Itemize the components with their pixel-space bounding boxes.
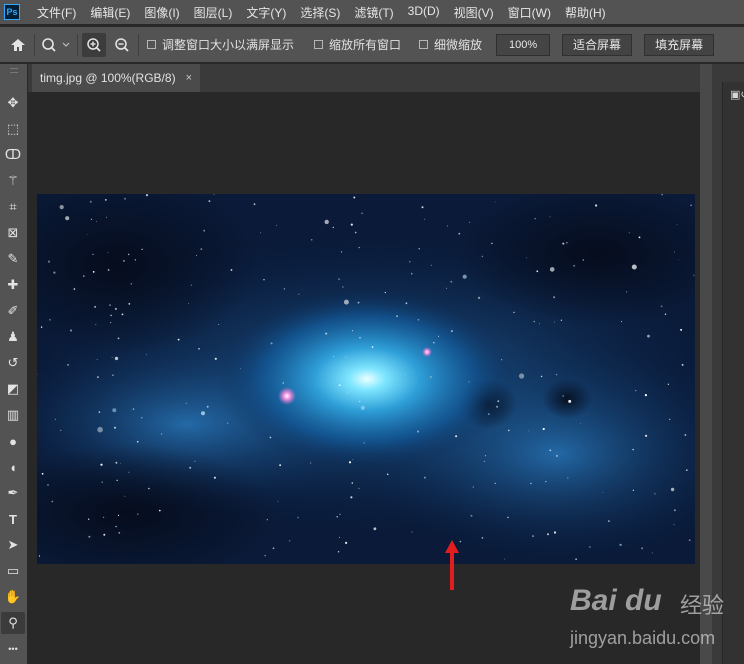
photoshop-logo: Ps	[4, 4, 20, 20]
menu-list: 文件(F) 编辑(E) 图像(I) 图层(L) 文字(Y) 选择(S) 滤镜(T) 3D(D)…	[30, 4, 613, 21]
red-arrow-icon	[444, 540, 460, 595]
eyedropper-tool[interactable]: ✎	[1, 248, 25, 270]
zoom-all-windows-checkbox[interactable]: 缩放所有窗口	[314, 36, 401, 53]
menu-item[interactable]: 视图(V)	[447, 4, 501, 21]
dodge-tool[interactable]: ◖	[1, 456, 25, 478]
zoom-in-icon[interactable]	[82, 32, 106, 57]
resize-windows-checkbox[interactable]: 调整窗口大小以满屏显示	[147, 36, 294, 53]
menu-item[interactable]: 编辑(E)	[83, 4, 137, 21]
separator	[138, 33, 139, 56]
magic-wand-tool[interactable]: ⚚	[1, 170, 25, 192]
stamp-tool[interactable]: ♟	[1, 326, 25, 348]
path-selection-tool[interactable]: ➤	[1, 534, 25, 556]
eraser-icon: ◩	[6, 381, 20, 396]
watermark-url: jingyan.baidu.com	[570, 628, 716, 648]
brush-icon: ✐	[7, 303, 19, 318]
zoom-all-windows-label: 缩放所有窗口	[329, 38, 402, 52]
eyedropper-icon: ✎	[7, 251, 19, 266]
crop-tool[interactable]: ⌗	[1, 196, 25, 218]
checkbox-box[interactable]	[419, 40, 429, 49]
menu-item[interactable]: 文件(F)	[30, 4, 83, 21]
gradient-icon: ▥	[6, 407, 20, 422]
baidu-logo: Bai du	[570, 584, 662, 617]
home-icon[interactable]	[6, 33, 30, 57]
rectangle-icon: ▭	[6, 563, 20, 578]
crop-icon: ⌗	[9, 199, 17, 214]
pen-icon: ✒	[7, 485, 19, 500]
gradient-tool[interactable]: ▥	[1, 404, 25, 426]
collapsed-panel-strip[interactable]	[722, 82, 744, 664]
menu-item[interactable]: 滤镜(T)	[347, 4, 400, 21]
more-tools[interactable]: •••	[1, 638, 25, 660]
blur-tool[interactable]: ●	[1, 430, 25, 452]
close-icon[interactable]: ×	[186, 72, 192, 84]
resize-windows-label: 调整窗口大小以满屏显示	[162, 38, 295, 52]
scrubby-zoom-label: 细微缩放	[434, 38, 483, 52]
type-icon: T	[9, 511, 17, 527]
menu-item[interactable]: 帮助(H)	[558, 4, 613, 21]
menu-bar: Ps 文件(F) 编辑(E) 图像(I) 图层(L) 文字(Y) 选择(S) 滤镜(T) 3D…	[0, 0, 744, 24]
hand-icon: ✋	[4, 589, 22, 604]
pen-tool[interactable]: ✒	[1, 482, 25, 504]
lasso-tool[interactable]: ↀ	[1, 144, 25, 166]
frame-tool[interactable]: ⊠	[1, 222, 25, 244]
zoom-icon: ⚲	[8, 615, 18, 630]
document-tab-title: timg.jpg @ 100%(RGB/8)	[40, 71, 176, 85]
checkbox-box[interactable]	[314, 40, 324, 49]
stamp-icon: ♟	[7, 329, 19, 344]
zoom-percent-field[interactable]: 100%	[496, 33, 551, 56]
jingyan-brand: 经验	[680, 593, 725, 618]
history-brush-icon: ↺	[7, 355, 19, 370]
rect-marquee-icon: ⬚	[6, 121, 20, 136]
lasso-icon: ↀ	[4, 147, 22, 162]
menu-item[interactable]: 窗口(W)	[501, 4, 558, 21]
zoom-tool[interactable]: ⚲	[1, 612, 25, 634]
document-tab-bar: timg.jpg @ 100%(RGB/8) ×	[28, 64, 700, 92]
document-tab[interactable]: timg.jpg @ 100%(RGB/8) ×	[32, 64, 200, 92]
ellipsis-icon: •••	[8, 644, 18, 654]
scrubby-zoom-checkbox[interactable]: 细微缩放	[419, 36, 482, 53]
dodge-icon: ◖	[9, 459, 17, 475]
fit-screen-button[interactable]: 适合屏幕	[562, 33, 633, 56]
checkbox-box[interactable]	[147, 40, 156, 49]
vertical-scrollbar[interactable]	[700, 64, 712, 664]
move-icon: ✥	[7, 95, 19, 110]
marquee-tool[interactable]: ⬚	[1, 118, 25, 140]
arrow-cursor-icon: ➤	[7, 537, 19, 552]
zoom-out-icon[interactable]	[110, 33, 134, 57]
history-panel-icon[interactable]: ▣↺	[730, 88, 744, 101]
canvas-image[interactable]	[37, 194, 695, 564]
tools-panel: ✥ ⬚ ↀ ⚚ ⌗ ⊠ ✎ ✚ ✐ ♟ ↺ ◩ ▥ ● ◖ ✒ T ➤ ▭ ✋ ⚲ •••	[0, 64, 27, 664]
menu-item[interactable]: 3D(D)	[401, 4, 447, 21]
drop-icon: ●	[9, 433, 17, 449]
brush-tool[interactable]: ✐	[1, 300, 25, 322]
type-tool[interactable]: T	[1, 508, 25, 530]
frame-icon: ⊠	[7, 225, 19, 240]
separator	[77, 33, 78, 56]
menu-item[interactable]: 文字(Y)	[239, 4, 293, 21]
baidu-jingyan-watermark: Bai du 经验 jingyan.baidu.com	[570, 584, 740, 660]
panel-grip[interactable]	[10, 68, 18, 73]
move-tool[interactable]: ✥	[1, 92, 25, 114]
history-brush-tool[interactable]: ↺	[1, 352, 25, 374]
hand-tool[interactable]: ✋	[1, 586, 25, 608]
menu-item[interactable]: 图层(L)	[187, 4, 240, 21]
healing-tool[interactable]: ✚	[1, 274, 25, 296]
menu-item[interactable]: 图像(I)	[137, 4, 186, 21]
options-bar: 调整窗口大小以满屏显示 缩放所有窗口 细微缩放 100% 适合屏幕 填充屏幕	[0, 27, 744, 62]
bandage-icon: ✚	[7, 277, 19, 292]
magic-wand-icon: ⚚	[7, 173, 19, 188]
rectangle-tool[interactable]: ▭	[1, 560, 25, 582]
magnifier-icon[interactable]	[39, 33, 73, 57]
menu-item[interactable]: 选择(S)	[293, 4, 347, 21]
fill-screen-button[interactable]: 填充屏幕	[644, 33, 715, 56]
separator	[34, 33, 35, 56]
eraser-tool[interactable]: ◩	[1, 378, 25, 400]
